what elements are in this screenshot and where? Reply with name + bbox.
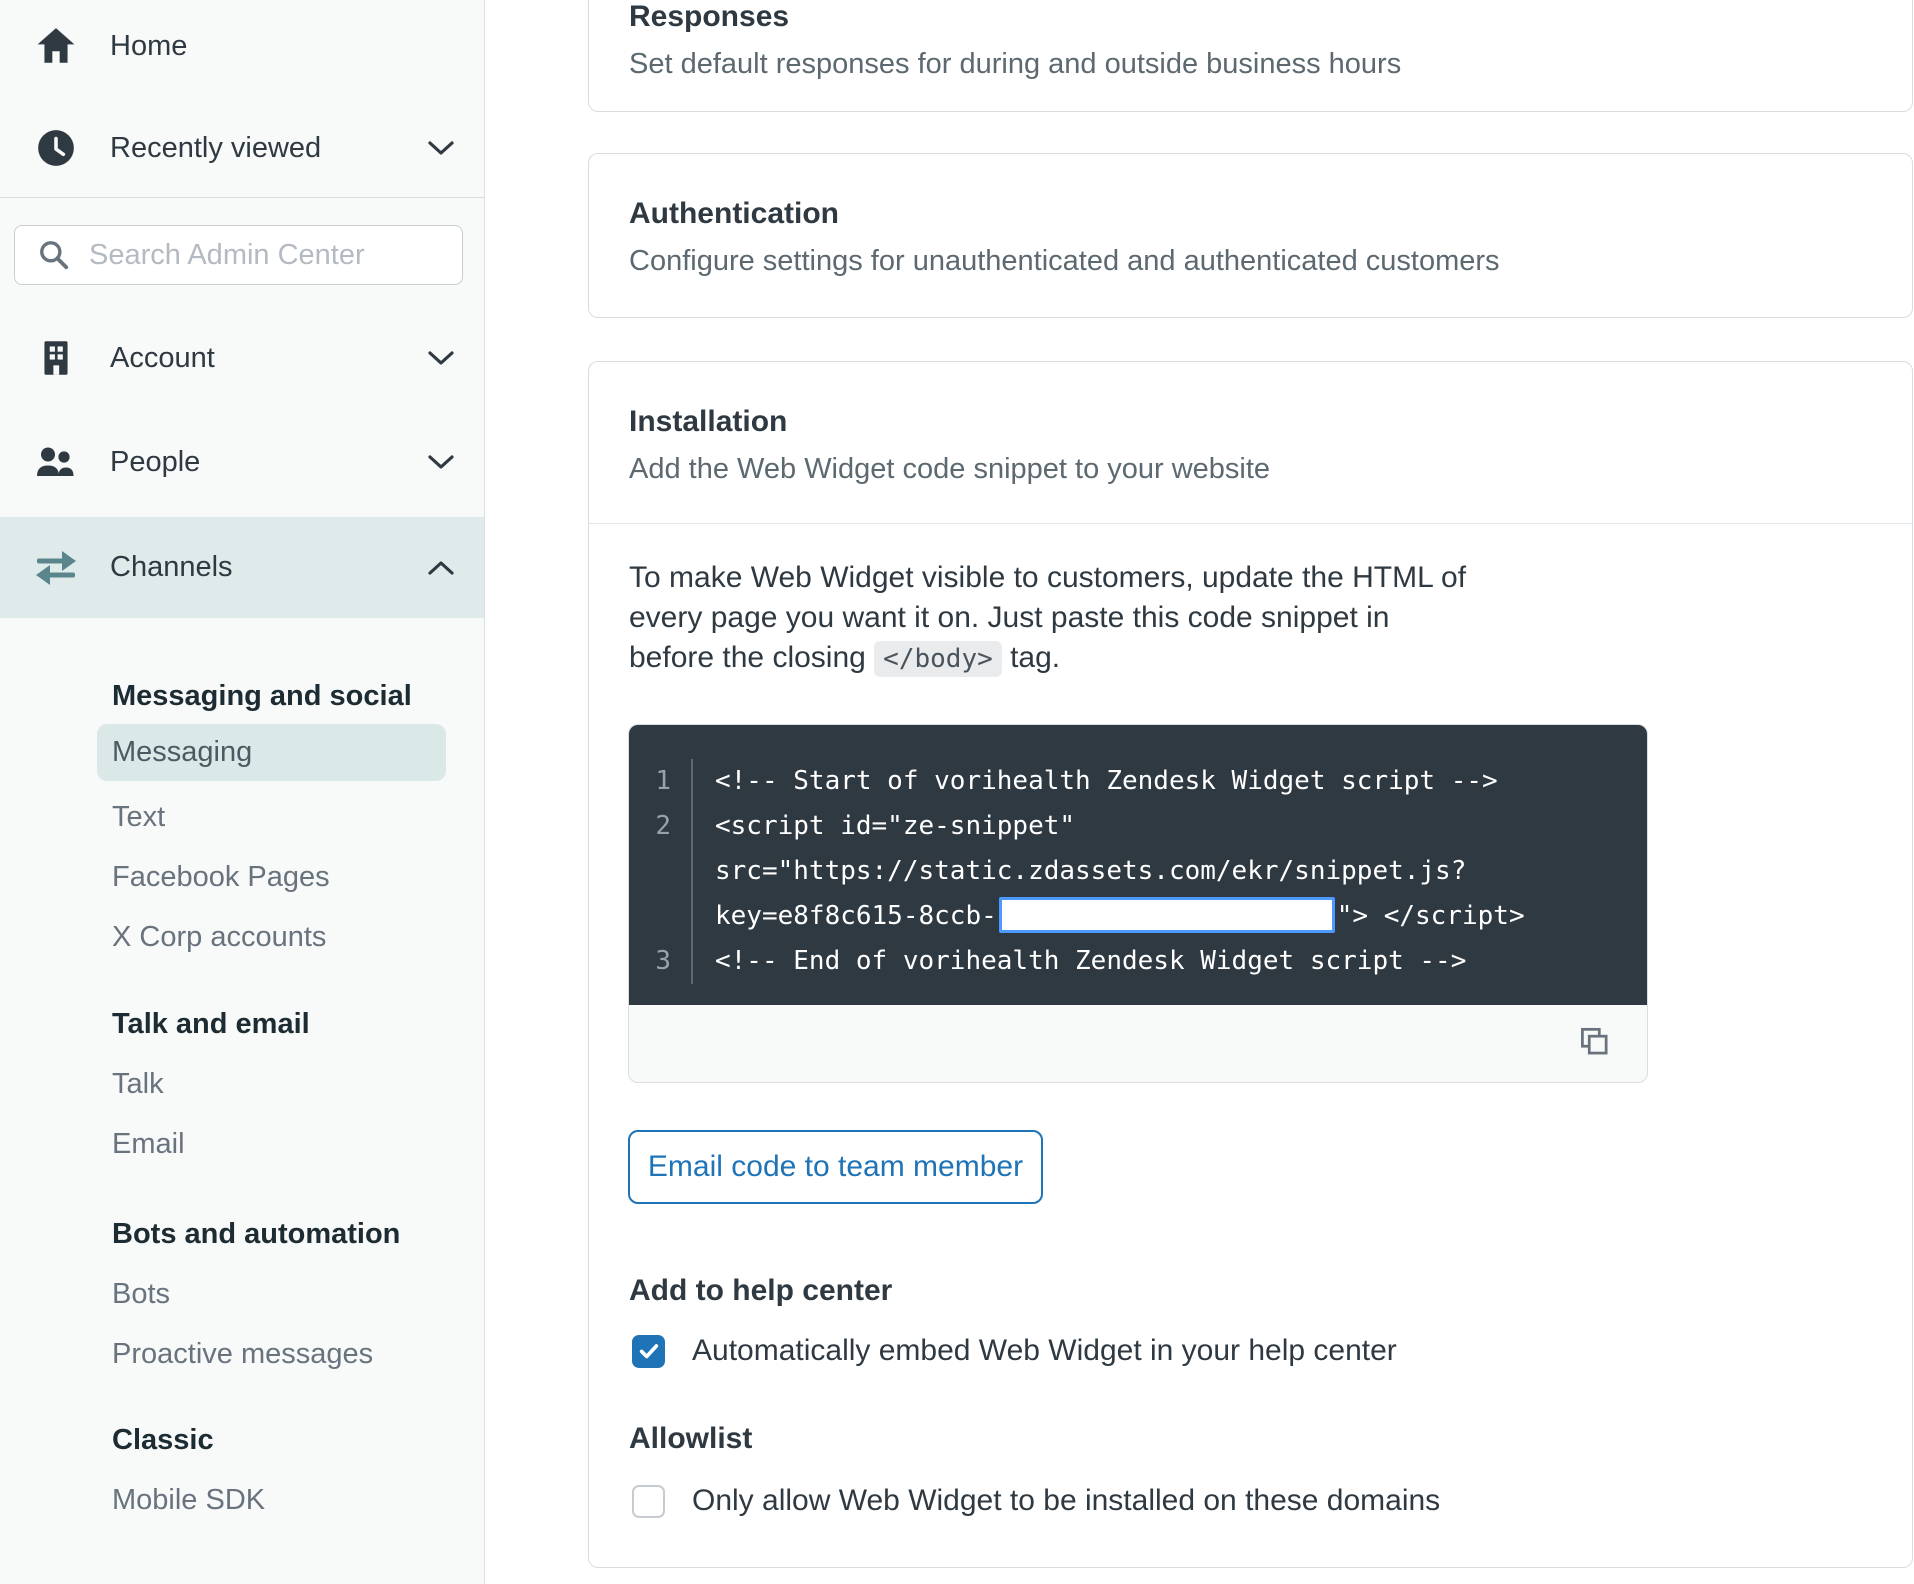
copy-code-button[interactable] [1575, 1023, 1613, 1064]
sidebar-item-label: Home [110, 29, 188, 62]
code-line: 3 <!-- End of vorihealth Zendesk Widget … [629, 939, 1647, 984]
instruction-line: before the closing [629, 641, 866, 674]
chevron-up-icon [428, 560, 454, 576]
code-text: "> </script> [1336, 901, 1525, 931]
card-description: Set default responses for during and out… [629, 48, 1402, 80]
allowlist-checkbox-row[interactable]: Only allow Web Widget to be installed on… [632, 1484, 1440, 1518]
sidebar-item-label: Recently viewed [110, 131, 322, 164]
transfer-arrows-icon [34, 547, 78, 589]
sidebar-item-proactive-messages[interactable]: Proactive messages [112, 1338, 373, 1371]
home-icon [34, 25, 78, 67]
people-icon [34, 441, 78, 483]
card-title: Authentication [629, 197, 839, 230]
sidebar-divider [0, 197, 484, 198]
code-line: 1 <!-- Start of vorihealth Zendesk Widge… [629, 759, 1647, 804]
add-to-help-center-heading: Add to help center [629, 1274, 893, 1307]
code-line: src="https://static.zdassets.com/ekr/sni… [629, 849, 1647, 894]
building-icon [34, 337, 78, 379]
instruction-line: tag. [1010, 641, 1061, 674]
sidebar-item-bots[interactable]: Bots [112, 1278, 170, 1311]
sidebar-item-account[interactable]: Account [0, 325, 484, 391]
sidebar-item-mobile-sdk[interactable]: Mobile SDK [112, 1484, 265, 1517]
chevron-down-icon [428, 454, 454, 470]
sidebar-item-recently-viewed[interactable]: Recently viewed [0, 108, 484, 188]
installation-card-header: Installation Add the Web Widget code sni… [589, 362, 1912, 524]
search-icon [37, 238, 71, 272]
redacted-key-overlay [998, 897, 1335, 933]
email-code-button[interactable]: Email code to team member [628, 1130, 1043, 1204]
installation-instructions: To make Web Widget visible to customers,… [629, 558, 1466, 679]
responses-card: Responses Set default responses for duri… [588, 0, 1913, 112]
sidebar: Home Recently viewed Search Admin Center… [0, 0, 485, 1584]
line-number: 2 [629, 804, 693, 849]
code-line: key=e8f8c615-8ccb- "> </script> [629, 894, 1647, 939]
allowlist-heading: Allowlist [629, 1422, 753, 1455]
clock-icon [34, 127, 78, 169]
line-number [629, 894, 693, 939]
sidebar-item-x-corp-accounts[interactable]: X Corp accounts [112, 921, 326, 954]
code-editor: 1 <!-- Start of vorihealth Zendesk Widge… [629, 725, 1647, 1005]
code-block-footer [629, 1005, 1647, 1082]
checkbox-label: Automatically embed Web Widget in your h… [692, 1334, 1397, 1367]
card-title: Responses [629, 0, 790, 33]
allowlist-checkbox[interactable] [632, 1484, 665, 1518]
body-tag-inline-code: </body> [874, 641, 1002, 677]
sidebar-item-label: People [110, 445, 201, 478]
installation-card: Installation Add the Web Widget code sni… [588, 361, 1913, 1568]
chevron-down-icon [428, 350, 454, 366]
search-input[interactable] [87, 237, 427, 273]
checkmark-icon [639, 1344, 658, 1359]
line-number: 3 [629, 939, 693, 984]
subnav-header-messaging-and-social: Messaging and social [112, 680, 412, 712]
sidebar-item-people[interactable]: People [0, 429, 484, 495]
copy-icon [1575, 1023, 1613, 1064]
sidebar-item-email[interactable]: Email [112, 1128, 185, 1161]
sidebar-item-talk[interactable]: Talk [112, 1068, 164, 1101]
chevron-down-icon [428, 140, 454, 156]
code-text: key=e8f8c615-8ccb- [715, 901, 997, 931]
line-number [629, 849, 693, 894]
code-line: 2 <script id="ze-snippet" [629, 804, 1647, 849]
card-description: Add the Web Widget code snippet to your … [629, 453, 1271, 485]
instruction-line: every page you want it on. Just paste th… [629, 601, 1390, 634]
sidebar-item-label: Messaging [112, 736, 253, 768]
card-title: Installation [629, 405, 788, 438]
instruction-line: To make Web Widget visible to customers,… [629, 561, 1467, 594]
subnav-header-talk-and-email: Talk and email [112, 1008, 310, 1040]
checkbox-label: Only allow Web Widget to be installed on… [692, 1484, 1441, 1517]
subnav-header-classic: Classic [112, 1424, 214, 1456]
search-box [14, 225, 463, 285]
embed-widget-checkbox[interactable] [632, 1334, 665, 1368]
line-number: 1 [629, 759, 693, 804]
sidebar-item-messaging-selected[interactable]: Messaging [97, 724, 446, 781]
embed-widget-checkbox-row[interactable]: Automatically embed Web Widget in your h… [632, 1334, 1397, 1368]
sidebar-item-channels[interactable]: Channels [0, 517, 484, 618]
sidebar-item-home[interactable]: Home [0, 10, 484, 82]
authentication-card: Authentication Configure settings for un… [588, 153, 1913, 318]
code-snippet-block: 1 <!-- Start of vorihealth Zendesk Widge… [628, 724, 1648, 1083]
subnav-header-bots-and-automation: Bots and automation [112, 1218, 401, 1250]
sidebar-item-text[interactable]: Text [112, 801, 165, 834]
sidebar-item-label: Account [110, 341, 215, 374]
card-description: Configure settings for unauthenticated a… [629, 245, 1500, 277]
sidebar-item-facebook-pages[interactable]: Facebook Pages [112, 861, 330, 894]
sidebar-item-label: Channels [110, 551, 233, 583]
